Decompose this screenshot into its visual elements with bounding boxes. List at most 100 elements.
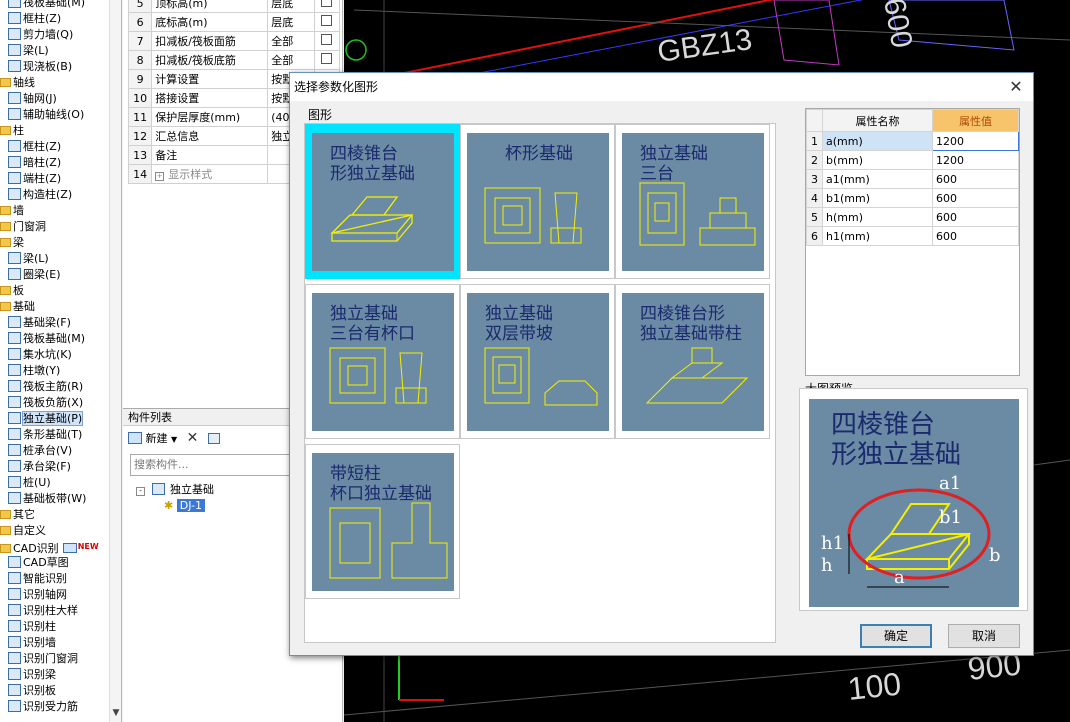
tree-item[interactable]: 识别轴网	[8, 587, 67, 603]
tree-item[interactable]: 墙	[0, 203, 24, 219]
property-value[interactable]: 层底	[267, 12, 315, 32]
tree-item[interactable]: 筏板负筋(X)	[8, 395, 83, 411]
close-icon[interactable]: ✕	[1007, 78, 1025, 96]
tree-item[interactable]: 板	[0, 283, 24, 299]
tree-item[interactable]: 框柱(Z)	[8, 11, 61, 27]
shape-title-line2: 双层带坡	[485, 324, 553, 344]
tree-item[interactable]: 轴线	[0, 75, 35, 91]
tree-item[interactable]: 构造柱(Z)	[8, 187, 72, 203]
tree-item[interactable]: 识别梁	[8, 667, 56, 683]
tree-item[interactable]: 辅助轴线(O)	[8, 107, 84, 123]
param-row[interactable]: 4 b1(mm) 600	[806, 188, 1019, 208]
tree-item[interactable]: 剪力墙(Q)	[8, 27, 73, 43]
collapse-icon[interactable]: -	[136, 487, 145, 496]
tree-scrollbar[interactable]: ▼	[109, 0, 121, 722]
param-row[interactable]: 6 h1(mm) 600	[806, 226, 1019, 246]
tree-item[interactable]: 轴网(J)	[8, 91, 57, 107]
param-value[interactable]: 600	[932, 207, 1019, 227]
property-row[interactable]: 7 扣减板/筏板面筋 全部	[127, 31, 341, 51]
tree-item[interactable]: 基础板带(W)	[8, 491, 86, 507]
property-value[interactable]: 全部	[267, 31, 315, 51]
shape-tile-7[interactable]: 带短柱 杯口独立基础	[305, 444, 460, 599]
property-row[interactable]: 8 扣减板/筏板底筋 全部	[127, 50, 341, 70]
tree-item[interactable]: 智能识别	[8, 571, 67, 587]
param-row-number: 5	[806, 207, 823, 227]
param-value[interactable]: 600	[932, 169, 1019, 189]
tree-root-label[interactable]: 独立基础	[170, 483, 214, 496]
param-row[interactable]: 5 h(mm) 600	[806, 207, 1019, 227]
tree-item[interactable]: 梁	[0, 235, 24, 251]
tree-item[interactable]: 集水坑(K)	[8, 347, 72, 363]
new-dropdown-icon[interactable]: ▼	[171, 435, 177, 444]
tree-item-label: 独立基础(P)	[21, 411, 84, 426]
param-value[interactable]: 1200	[932, 131, 1019, 151]
property-checkbox[interactable]	[313, 12, 341, 32]
tree-item[interactable]: 梁(L)	[8, 251, 49, 267]
tree-item[interactable]: 识别柱大样	[8, 603, 78, 619]
property-name: + 显示样式	[151, 164, 269, 184]
tree-item[interactable]: CAD识别 NEW	[0, 539, 99, 555]
property-row[interactable]: 5 顶标高(m) 层底	[127, 0, 341, 13]
property-checkbox[interactable]	[313, 31, 341, 51]
raft-icon	[8, 0, 21, 8]
delete-icon[interactable]: ✕	[187, 430, 199, 446]
tree-item[interactable]: 圈梁(E)	[8, 267, 61, 283]
copy-icon[interactable]	[207, 433, 220, 444]
property-checkbox[interactable]	[313, 0, 341, 13]
tree-item[interactable]: 自定义	[0, 523, 46, 539]
tree-item[interactable]: 基础梁(F)	[8, 315, 71, 331]
tree-item[interactable]: 识别门窗洞	[8, 651, 78, 667]
tree-item[interactable]: 识别受力筋	[8, 699, 78, 715]
tree-item[interactable]: 独立基础(P)	[8, 411, 84, 427]
param-value[interactable]: 1200	[932, 150, 1019, 170]
tree-item[interactable]: 桩(U)	[8, 475, 51, 491]
shape-tile-5[interactable]: 独立基础 双层带坡	[460, 284, 615, 439]
param-row-number: 3	[806, 169, 823, 189]
tree-item[interactable]: 筏板基础(M)	[8, 331, 85, 347]
shape-tile-2[interactable]: 杯形基础	[460, 124, 615, 279]
expand-icon[interactable]: +	[155, 172, 165, 181]
tree-item[interactable]: 暗柱(Z)	[8, 155, 61, 171]
property-value[interactable]: 层底	[267, 0, 315, 13]
shape-tile-4[interactable]: 独立基础 三台有杯口	[305, 284, 460, 439]
param-row[interactable]: 1 a(mm) 1200	[806, 131, 1019, 151]
param-row[interactable]: 3 a1(mm) 600	[806, 169, 1019, 189]
tree-item[interactable]: 端柱(Z)	[8, 171, 61, 187]
property-value[interactable]: 全部	[267, 50, 315, 70]
tree-item-label: 现浇板(B)	[23, 60, 73, 73]
tree-item[interactable]: 梁(L)	[8, 43, 49, 59]
cancel-button[interactable]: 取消	[948, 624, 1020, 648]
tree-item[interactable]: 柱墩(Y)	[8, 363, 60, 379]
tree-item[interactable]: 基础	[0, 299, 35, 315]
property-checkbox[interactable]	[313, 50, 341, 70]
tree-item[interactable]: 条形基础(T)	[8, 427, 82, 443]
new-component-icon[interactable]	[128, 432, 142, 444]
param-row[interactable]: 2 b(mm) 1200	[806, 150, 1019, 170]
shape-tile-6[interactable]: 四棱锥台形 独立基础带柱	[615, 284, 770, 439]
tree-item[interactable]: CAD草图	[8, 555, 69, 571]
param-value[interactable]: 600	[932, 188, 1019, 208]
tree-item[interactable]: 柱	[0, 123, 24, 139]
shape-tile-3[interactable]: 独立基础 三台	[615, 124, 770, 279]
tree-child-dj1[interactable]: DJ-1	[176, 499, 206, 512]
property-name: 底标高(m)	[151, 12, 269, 32]
tree-item[interactable]: 识别柱	[8, 619, 56, 635]
param-value[interactable]: 600	[932, 226, 1019, 246]
shape-tile-1[interactable]: 四棱锥台 形独立基础	[305, 124, 460, 279]
tree-item[interactable]: 框柱(Z)	[8, 139, 61, 155]
tree-item[interactable]: 筏板主筋(R)	[8, 379, 83, 395]
tree-item[interactable]: 识别墙	[8, 635, 56, 651]
tree-item[interactable]: 承台梁(F)	[8, 459, 71, 475]
grid-icon[interactable]	[62, 543, 77, 553]
tree-item[interactable]: 门窗洞	[0, 219, 46, 235]
tree-item[interactable]: 桩承台(V)	[8, 443, 72, 459]
tree-item[interactable]: 现浇板(B)	[8, 59, 72, 75]
new-component-button[interactable]: 新建	[146, 432, 168, 445]
search-component-input[interactable]: 搜索构件...	[130, 454, 305, 476]
property-row[interactable]: 6 底标高(m) 层底	[127, 12, 341, 32]
ok-button[interactable]: 确定	[860, 624, 932, 648]
tree-item[interactable]: 筏板基础(M)	[8, 0, 85, 11]
tree-item[interactable]: 其它	[0, 507, 35, 523]
tree-item[interactable]: 识别板	[8, 683, 56, 699]
cad-icon	[8, 620, 21, 632]
